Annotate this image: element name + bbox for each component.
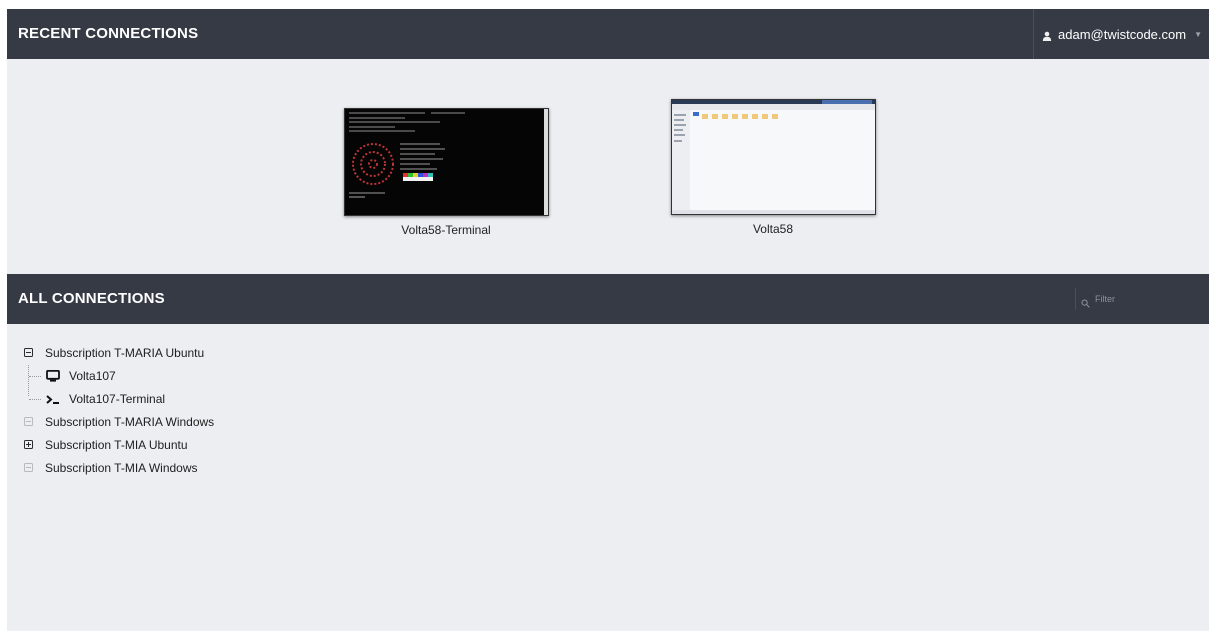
expand-toggle-icon[interactable] bbox=[24, 440, 33, 449]
group-mia-windows[interactable]: Subscription T-MIA Windows bbox=[24, 456, 214, 479]
connection-label: Volta58-Terminal bbox=[401, 223, 491, 237]
group-maria-ubuntu: Subscription T-MARIA Ubuntu Volta107 Vol… bbox=[24, 341, 214, 410]
group-row[interactable]: Subscription T-MARIA Ubuntu bbox=[24, 341, 214, 364]
group-maria-windows[interactable]: Subscription T-MARIA Windows bbox=[24, 410, 214, 433]
terminal-thumbnail bbox=[343, 108, 549, 216]
recent-connections-header: RECENT CONNECTIONS adam@twistcode.com ▼ bbox=[7, 9, 1209, 59]
all-connections-header: ALL CONNECTIONS bbox=[7, 274, 1209, 324]
desktop-thumbnail bbox=[670, 99, 876, 215]
connection-label: Volta107 bbox=[69, 368, 116, 383]
group-label: Subscription T-MIA Ubuntu bbox=[45, 437, 188, 452]
empty-group-icon bbox=[24, 463, 33, 472]
recent-connection-volta58[interactable]: Volta58 bbox=[670, 99, 876, 236]
connection-tree: Subscription T-MARIA Ubuntu Volta107 Vol… bbox=[24, 341, 214, 479]
recent-connection-volta58-terminal[interactable]: Volta58-Terminal bbox=[343, 108, 549, 237]
recent-connections-title: RECENT CONNECTIONS bbox=[18, 25, 199, 42]
all-connections-title: ALL CONNECTIONS bbox=[18, 290, 165, 307]
group-mia-ubuntu[interactable]: Subscription T-MIA Ubuntu bbox=[24, 433, 214, 456]
group-label: Subscription T-MARIA Windows bbox=[45, 414, 215, 429]
connection-row-volta107[interactable]: Volta107 bbox=[24, 364, 214, 387]
search-icon bbox=[1081, 295, 1090, 308]
empty-group-icon bbox=[24, 417, 33, 426]
chevron-down-icon: ▼ bbox=[1194, 29, 1202, 39]
terminal-icon bbox=[46, 393, 60, 405]
connection-row-volta107-terminal[interactable]: Volta107-Terminal bbox=[24, 387, 214, 410]
connection-label: Volta58 bbox=[752, 222, 794, 236]
connection-label: Volta107-Terminal bbox=[69, 391, 166, 406]
user-icon bbox=[1042, 29, 1052, 41]
filter-input[interactable] bbox=[1095, 294, 1155, 304]
collapse-toggle-icon[interactable] bbox=[24, 348, 33, 357]
group-label: Subscription T-MIA Windows bbox=[45, 460, 198, 475]
user-menu[interactable]: adam@twistcode.com ▼ bbox=[1033, 9, 1209, 59]
group-label: Subscription T-MARIA Ubuntu bbox=[45, 345, 205, 360]
user-email: adam@twistcode.com bbox=[1058, 26, 1187, 42]
desktop-icon bbox=[46, 369, 60, 382]
filter-box[interactable] bbox=[1075, 288, 1155, 310]
guacamole-home: RECENT CONNECTIONS adam@twistcode.com ▼ bbox=[7, 9, 1209, 631]
